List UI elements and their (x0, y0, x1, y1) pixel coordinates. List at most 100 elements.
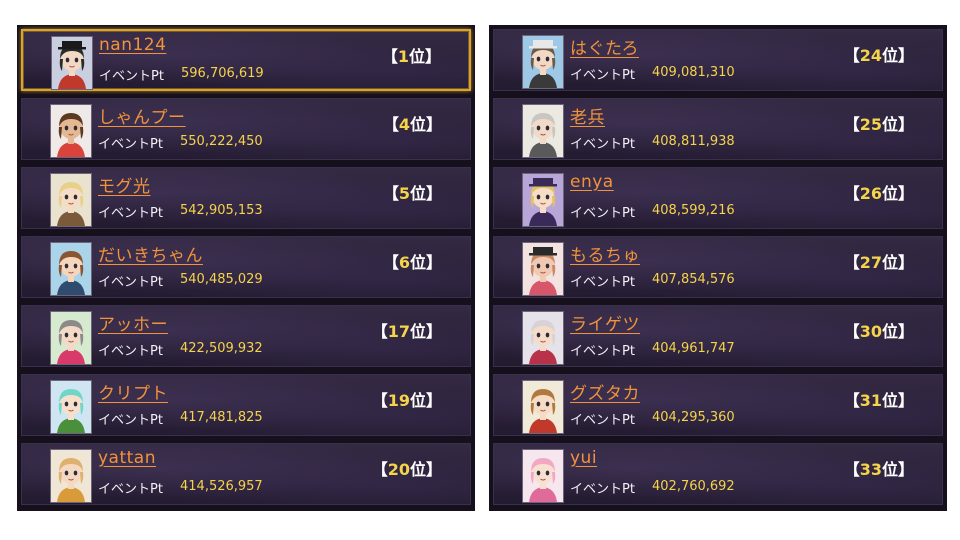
rank-suffix: 位】 (408, 47, 441, 66)
ranking-row[interactable]: enya イベントPt 408,599,216 【26位】 (493, 167, 943, 229)
ranking-row[interactable]: もるちゅ イベントPt 407,854,576 【27位】 (493, 236, 943, 298)
ranking-row[interactable]: 老兵 イベントPt 408,811,938 【25位】 (493, 98, 943, 160)
avatar[interactable] (522, 173, 564, 227)
player-name[interactable]: しゃんプー (98, 103, 186, 128)
avatar[interactable] (522, 311, 564, 365)
avatar[interactable] (50, 173, 92, 227)
avatar[interactable] (50, 380, 92, 434)
ranking-row[interactable]: nan124 イベントPt 596,706,619 【1位】 (21, 29, 471, 91)
player-name[interactable]: もるちゅ (570, 241, 640, 266)
event-pt-label: イベントPt (98, 413, 163, 428)
avatar[interactable] (522, 35, 564, 89)
rank-open: 【 (382, 115, 399, 134)
ranking-row[interactable]: クリプト イベントPt 417,481,825 【19位】 (21, 374, 471, 436)
player-name[interactable]: nan124 (99, 35, 166, 55)
player-name[interactable]: yui (570, 448, 597, 468)
rank-open: 【 (843, 322, 860, 341)
ranking-row[interactable]: アッホー イベントPt 422,509,932 【17位】 (21, 305, 471, 367)
rank-badge: 【20位】 (372, 456, 442, 480)
rank-badge: 【30位】 (844, 318, 914, 342)
player-name[interactable]: ライゲツ (570, 310, 640, 335)
rank-suffix: 位】 (881, 184, 914, 203)
ranking-row[interactable]: モグ光 イベントPt 542,905,153 【5位】 (21, 167, 471, 229)
player-name[interactable]: だいきちゃん (98, 241, 203, 266)
avatar[interactable] (522, 104, 564, 158)
avatar-portrait-icon (51, 105, 91, 157)
player-name[interactable]: 老兵 (570, 103, 605, 128)
rank-number: 33 (859, 460, 882, 479)
avatar[interactable] (50, 311, 92, 365)
rank-open: 【 (381, 47, 398, 66)
player-name[interactable]: enya (570, 172, 614, 192)
rank-suffix: 位】 (409, 322, 442, 341)
ranking-row[interactable]: グズタカ イベントPt 404,295,360 【31位】 (493, 374, 943, 436)
rank-number: 17 (387, 322, 410, 341)
event-pt-label: イベントPt (98, 482, 163, 497)
player-name[interactable]: クリプト (98, 379, 168, 404)
event-pt-label: イベントPt (570, 68, 635, 83)
event-pt-value: 404,295,360 (652, 410, 735, 425)
player-name[interactable]: モグ光 (98, 172, 151, 197)
rank-number: 25 (859, 115, 882, 134)
avatar-portrait-icon (51, 243, 91, 295)
rank-badge: 【26位】 (844, 180, 914, 204)
avatar[interactable] (50, 449, 92, 503)
avatar-portrait-icon (51, 450, 91, 502)
rank-badge: 【1位】 (382, 43, 441, 67)
ranking-row[interactable]: はぐたろ イベントPt 409,081,310 【24位】 (493, 29, 943, 91)
avatar-portrait-icon (523, 243, 563, 295)
rank-badge: 【19位】 (372, 387, 442, 411)
ranking-row[interactable]: yui イベントPt 402,760,692 【33位】 (493, 443, 943, 505)
avatar-portrait-icon (523, 174, 563, 226)
avatar-portrait-icon (51, 174, 91, 226)
avatar[interactable] (50, 104, 92, 158)
rank-open: 【 (371, 460, 388, 479)
event-pt-label: イベントPt (98, 275, 163, 290)
avatar-portrait-icon (523, 36, 563, 88)
ranking-row[interactable]: ライゲツ イベントPt 404,961,747 【30位】 (493, 305, 943, 367)
rank-badge: 【25位】 (844, 111, 914, 135)
event-pt-label: イベントPt (570, 206, 635, 221)
rank-number: 5 (398, 184, 410, 203)
rank-suffix: 位】 (881, 322, 914, 341)
event-pt-label: イベントPt (570, 137, 635, 152)
rank-number: 27 (859, 253, 882, 272)
avatar-portrait-icon (52, 37, 92, 89)
rank-open: 【 (843, 115, 860, 134)
event-pt-label: イベントPt (570, 482, 635, 497)
ranking-row[interactable]: しゃんプー イベントPt 550,222,450 【4位】 (21, 98, 471, 160)
rank-open: 【 (843, 460, 860, 479)
avatar-portrait-icon (51, 312, 91, 364)
event-pt-value: 417,481,825 (180, 410, 263, 425)
rank-badge: 【31位】 (844, 387, 914, 411)
avatar-portrait-icon (523, 312, 563, 364)
player-name[interactable]: はぐたろ (570, 34, 639, 59)
avatar[interactable] (522, 449, 564, 503)
rank-number: 20 (387, 460, 410, 479)
event-pt-label: イベントPt (570, 413, 635, 428)
ranking-row[interactable]: yattan イベントPt 414,526,957 【20位】 (21, 443, 471, 505)
event-pt-value: 596,706,619 (181, 66, 264, 81)
event-pt-label: イベントPt (570, 275, 635, 290)
player-name[interactable]: アッホー (98, 310, 168, 335)
ranking-row[interactable]: だいきちゃん イベントPt 540,485,029 【6位】 (21, 236, 471, 298)
avatar[interactable] (51, 36, 93, 90)
avatar[interactable] (522, 380, 564, 434)
event-pt-label: イベントPt (98, 137, 163, 152)
event-pt-value: 409,081,310 (652, 65, 735, 80)
avatar-portrait-icon (51, 381, 91, 433)
rank-badge: 【24位】 (844, 42, 914, 66)
avatar[interactable] (522, 242, 564, 296)
event-pt-label: イベントPt (98, 206, 163, 221)
ranking-list-left: nan124 イベントPt 596,706,619 【1位】 しゃんプー イベン… (17, 25, 475, 511)
rank-number: 24 (859, 46, 882, 65)
rank-badge: 【27位】 (844, 249, 914, 273)
player-name[interactable]: グズタカ (570, 379, 640, 404)
avatar[interactable] (50, 242, 92, 296)
rank-number: 26 (859, 184, 882, 203)
player-name[interactable]: yattan (98, 448, 156, 468)
rank-number: 6 (398, 253, 410, 272)
event-pt-value: 404,961,747 (652, 341, 735, 356)
rank-open: 【 (843, 46, 860, 65)
event-pt-value: 550,222,450 (180, 134, 263, 149)
